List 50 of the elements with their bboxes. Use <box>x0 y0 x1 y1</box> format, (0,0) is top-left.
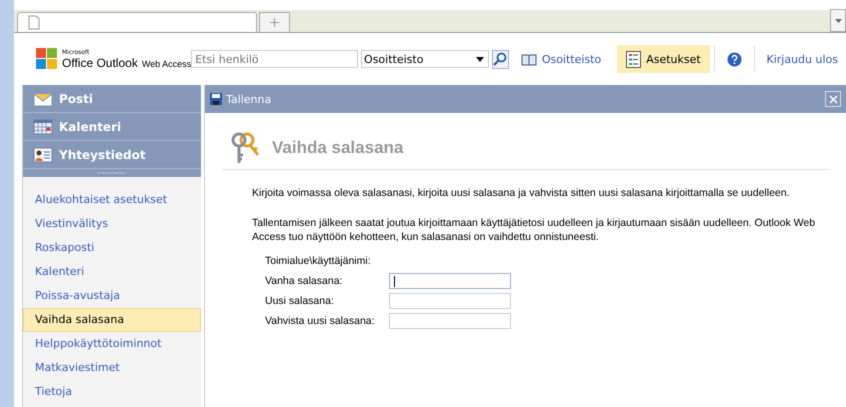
options-nav-item[interactable]: Kalenteri <box>23 260 201 284</box>
header-link[interactable]: Osoitteisto <box>512 45 610 73</box>
contact-card-icon <box>33 146 53 162</box>
search-icon <box>493 52 508 66</box>
options-nav-item[interactable]: Poissa-avustaja <box>23 284 201 308</box>
address-book-dropdown[interactable]: Osoitteisto <box>361 50 489 68</box>
caret-icon <box>834 18 842 22</box>
password-field[interactable] <box>389 313 511 329</box>
save-button[interactable]: Tallenna <box>210 92 272 106</box>
help-icon <box>726 52 742 66</box>
page-icon <box>28 15 40 30</box>
calendar-icon <box>33 118 53 134</box>
module-tab[interactable]: Kalenteri <box>23 113 201 141</box>
field-label: Uusi salasana: <box>265 295 335 307</box>
logo-text: Office Outlook <box>62 56 138 70</box>
tab-list-button[interactable] <box>830 9 846 32</box>
text-cursor <box>394 276 395 287</box>
options-nav-item[interactable]: Tietoja <box>23 380 201 404</box>
field-label: Vahvista uusi salasana: <box>265 315 376 327</box>
logo-text: Web Access <box>142 58 192 68</box>
options-nav-item[interactable]: Matkaviestimet <box>23 356 201 380</box>
caret-icon <box>476 56 484 62</box>
new-tab-button[interactable] <box>259 12 290 32</box>
field-label: Vanha salasana: <box>265 275 344 287</box>
options-nav-item[interactable]: Vaihda salasana <box>23 308 201 332</box>
field-label: Toimialue\käyttäjänimi: <box>265 255 372 267</box>
page-title: Vaihda salasana <box>272 138 404 158</box>
module-tab[interactable]: Yhteystiedot <box>23 141 201 169</box>
options-nav-item[interactable]: Aluekohtaiset asetukset <box>23 188 201 212</box>
list-icon <box>626 50 642 68</box>
close-button[interactable] <box>825 91 841 107</box>
book-icon <box>520 52 537 66</box>
search-button[interactable] <box>492 50 509 68</box>
close-icon <box>828 94 838 104</box>
search-field[interactable]: Etsi henkilö <box>191 50 358 68</box>
password-field[interactable] <box>389 293 511 309</box>
header-link[interactable]: Kirjaudu ulos <box>758 45 846 73</box>
module-tab[interactable]: Posti <box>23 85 201 113</box>
header-link[interactable]: Asetukset <box>617 45 710 73</box>
instruction-text: Tallentamisen jälkeen saatat joutua kirjoittamaan käyttäjätietosi uudelleen ja kirjautumaan sisään uudelleen. Outlook Web Access tuo näyttöön kehotteen, kun salasanasi on vaihdettu onnistuneesti. <box>252 216 816 244</box>
office-logo-icon <box>34 46 60 72</box>
plus-icon <box>270 18 279 27</box>
options-nav-item[interactable]: Viestinvälitys <box>23 212 201 236</box>
password-field[interactable] <box>389 273 511 289</box>
options-nav-item[interactable]: Helppokäyttötoiminnot <box>23 332 201 356</box>
options-nav-item[interactable]: Roskaposti <box>23 236 201 260</box>
keys-icon <box>230 131 260 165</box>
instruction-text: Kirjoita voimassa oleva salasanasi, kirjoita uusi salasana ja vahvista sitten uusi salasana kirjoittamalla se uudelleen. <box>252 186 791 200</box>
browser-tab[interactable] <box>17 12 257 32</box>
envelope-icon <box>33 90 53 106</box>
